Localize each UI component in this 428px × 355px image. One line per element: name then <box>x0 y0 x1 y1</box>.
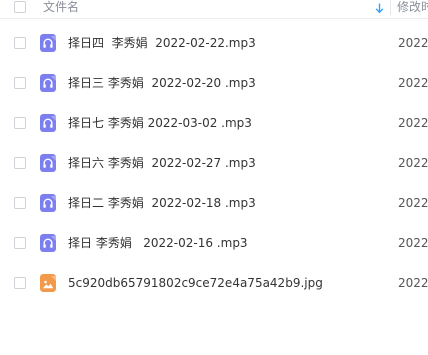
file-row[interactable]: 择日二 李秀娟 2022-02-18 .mp3 2022 <box>0 183 428 223</box>
headphones-icon <box>40 234 56 252</box>
row-checkbox[interactable] <box>14 37 26 49</box>
row-checkbox[interactable] <box>14 157 26 169</box>
file-list-header: 文件名 修改时间 <box>0 0 428 19</box>
row-checkbox[interactable] <box>14 277 26 289</box>
select-all-checkbox[interactable] <box>14 1 26 13</box>
column-divider <box>390 0 391 15</box>
file-name[interactable]: 择日四 李秀娟 2022-02-22.mp3 <box>68 35 256 51</box>
image-file-icon <box>40 274 56 292</box>
row-checkbox[interactable] <box>14 237 26 249</box>
headphones-icon <box>40 34 56 52</box>
headphones-icon <box>40 154 56 172</box>
file-row[interactable]: 择日六 李秀娟 2022-02-27 .mp3 2022 <box>0 143 428 183</box>
column-header-modified[interactable]: 修改时间 <box>397 0 428 15</box>
headphones-icon <box>40 114 56 132</box>
file-name[interactable]: 择日七 李秀娟 2022-03-02 .mp3 <box>68 115 252 131</box>
file-date: 2022 <box>398 236 428 250</box>
file-date: 2022 <box>398 196 428 210</box>
file-date: 2022 <box>398 36 428 50</box>
file-date: 2022 <box>398 276 428 290</box>
file-row[interactable]: 5c920db65791802c9ce72e4a75a42b9.jpg 2022 <box>0 263 428 303</box>
row-checkbox[interactable] <box>14 197 26 209</box>
headphones-icon <box>40 74 56 92</box>
file-row[interactable]: 择日 李秀娟 2022-02-16 .mp3 2022 <box>0 223 428 263</box>
row-checkbox[interactable] <box>14 117 26 129</box>
file-row[interactable]: 择日四 李秀娟 2022-02-22.mp3 2022 <box>0 23 428 63</box>
file-name[interactable]: 5c920db65791802c9ce72e4a75a42b9.jpg <box>68 275 323 291</box>
column-header-name[interactable]: 文件名 <box>43 0 79 15</box>
file-name[interactable]: 择日三 李秀娟 2022-02-20 .mp3 <box>68 75 256 91</box>
row-checkbox[interactable] <box>14 77 26 89</box>
file-row[interactable]: 择日三 李秀娟 2022-02-20 .mp3 2022 <box>0 63 428 103</box>
file-date: 2022 <box>398 76 428 90</box>
arrow-down-icon[interactable] <box>375 3 384 14</box>
file-date: 2022 <box>398 116 428 130</box>
file-name[interactable]: 择日 李秀娟 2022-02-16 .mp3 <box>68 235 248 251</box>
file-name[interactable]: 择日六 李秀娟 2022-02-27 .mp3 <box>68 155 256 171</box>
file-row[interactable]: 择日七 李秀娟 2022-03-02 .mp3 2022 <box>0 103 428 143</box>
file-date: 2022 <box>398 156 428 170</box>
headphones-icon <box>40 194 56 212</box>
file-name[interactable]: 择日二 李秀娟 2022-02-18 .mp3 <box>68 195 256 211</box>
